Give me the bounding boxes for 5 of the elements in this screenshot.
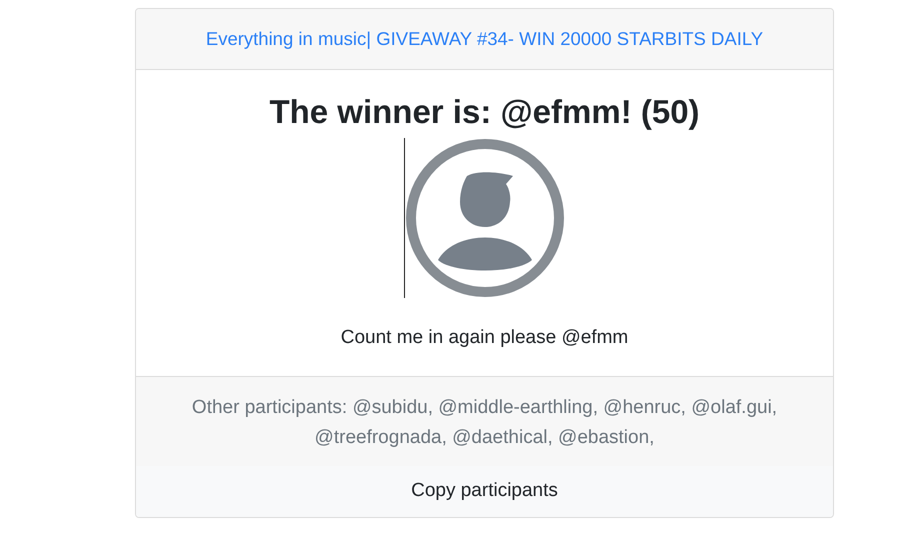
comment-text: Count me in again please @efmm bbox=[340, 326, 630, 350]
participants-text: Other participants: @subidu, @middle-earthling, @henruc, @olaf.gui, @treefrognada, @daethical, @ebastion, bbox=[192, 397, 778, 448]
copy-participants-button[interactable]: Copy participants bbox=[136, 466, 833, 518]
winner-title: The winner is: @efmm! (50) bbox=[268, 92, 701, 132]
avatar-icon bbox=[405, 138, 565, 298]
